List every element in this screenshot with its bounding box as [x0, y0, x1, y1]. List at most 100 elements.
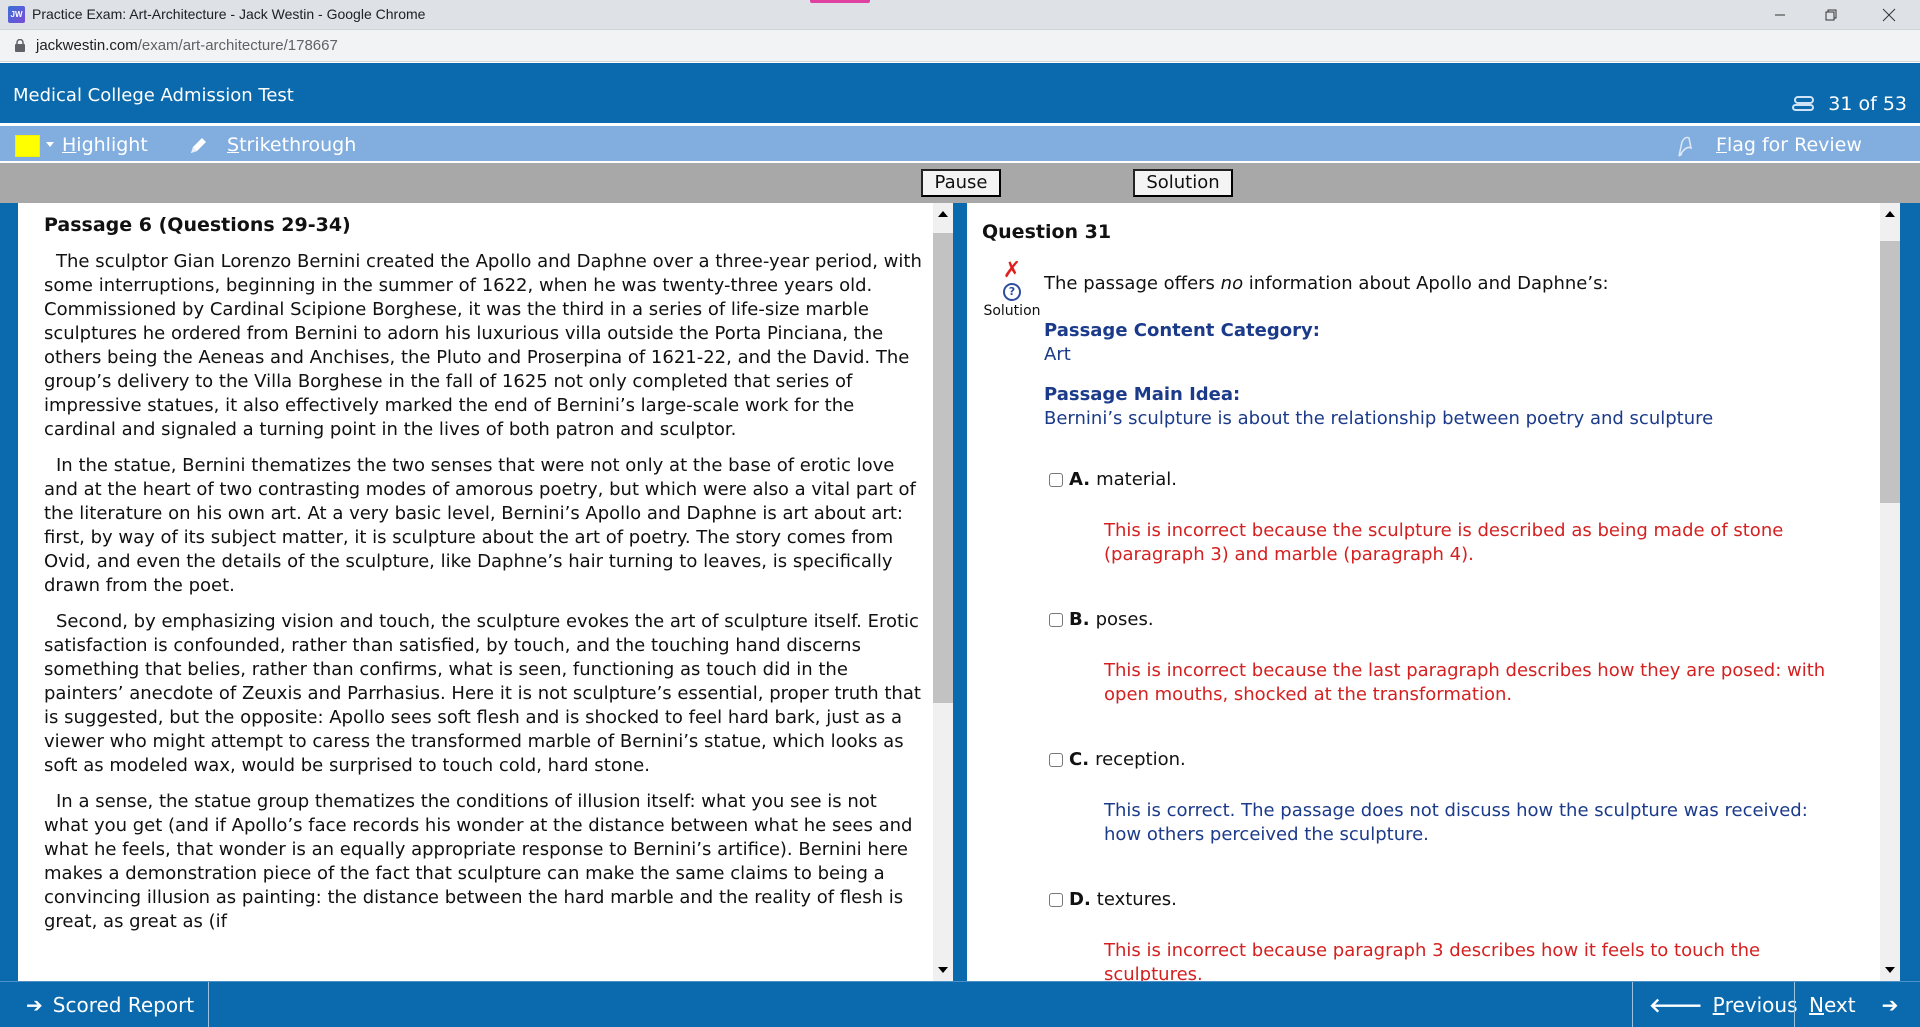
passage-scrollbar[interactable]: [933, 203, 953, 981]
answer-option-c[interactable]: C. reception.: [1049, 749, 1186, 770]
minimize-icon: [1775, 14, 1785, 15]
option-checkbox[interactable]: [1049, 472, 1063, 487]
strikethrough-label: trikethrough: [239, 134, 357, 156]
restore-icon: [1825, 9, 1837, 20]
passage-paragraph: In the statue, Bernini thematizes the tw…: [44, 455, 916, 596]
answer-option-d[interactable]: D. textures.: [1049, 889, 1177, 910]
passage-title: Passage 6 (Questions 29-34): [44, 214, 351, 236]
option-text: material.: [1096, 469, 1177, 490]
highlight-access-key: H: [62, 134, 77, 156]
lock-icon: [15, 39, 25, 52]
stem-emphasis: no: [1220, 273, 1244, 294]
minimize-button[interactable]: [1757, 0, 1803, 29]
question-counter[interactable]: 31 of 53: [1792, 93, 1907, 115]
address-bar[interactable]: jackwestin.com/exam/art-architecture/178…: [0, 29, 1920, 62]
strikethrough-button[interactable]: Strikethrough: [227, 134, 356, 156]
url-host: jackwestin.com: [36, 37, 138, 54]
answer-option-a[interactable]: A. material.: [1049, 469, 1177, 490]
next-button[interactable]: Next ➔: [1794, 982, 1920, 1027]
next-access-key: N: [1809, 993, 1824, 1017]
pencil-icon: [191, 138, 206, 153]
option-letter: D.: [1069, 889, 1091, 910]
option-checkbox[interactable]: [1049, 612, 1063, 627]
flag-for-review-button[interactable]: Flag for Review: [1716, 134, 1862, 156]
arrow-right-icon: ➔: [1881, 993, 1899, 1017]
option-text: poses.: [1095, 609, 1154, 630]
option-checkbox[interactable]: [1049, 892, 1063, 907]
highlight-button[interactable]: Highlight: [62, 134, 148, 156]
tab-accent-indicator: [810, 0, 870, 3]
highlight-color-dropdown-icon[interactable]: [46, 142, 54, 147]
main-idea: Passage Main Idea: Bernini’s sculpture i…: [1044, 383, 1713, 431]
browser-title-bar: JW Practice Exam: Art-Architecture - Jac…: [0, 0, 1920, 29]
option-explanation: This is incorrect because paragraph 3 de…: [1104, 940, 1761, 981]
solution-toggle[interactable]: ✗ ? Solution: [979, 258, 1045, 320]
app-logo-icon: JW: [8, 6, 25, 23]
option-checkbox[interactable]: [1049, 752, 1063, 767]
scroll-up-button[interactable]: [1880, 203, 1900, 225]
arrow-down-icon: [938, 967, 948, 973]
content-category-value: Art: [1044, 344, 1071, 365]
arrow-up-icon: [1885, 211, 1895, 217]
pause-button[interactable]: Pause: [921, 169, 1001, 197]
stem-text: The passage offers: [1044, 273, 1221, 294]
main-idea-value: Bernini’s sculpture is about the relatio…: [1044, 408, 1714, 429]
stem-text: information about Apollo and Daphne’s:: [1243, 273, 1609, 294]
solution-label: Solution: [983, 303, 1041, 319]
option-text: reception.: [1095, 749, 1186, 770]
question-title: Question 31: [982, 221, 1112, 243]
scrollbar-thumb[interactable]: [1880, 241, 1900, 503]
scored-report-label: Scored Report: [52, 993, 195, 1017]
scroll-down-button[interactable]: [933, 959, 953, 981]
answer-option-b[interactable]: B. poses.: [1049, 609, 1154, 630]
option-letter: A.: [1069, 469, 1091, 490]
option-letter: B.: [1069, 609, 1090, 630]
flag-access-key: F: [1716, 134, 1727, 156]
window-title: Practice Exam: Art-Architecture - Jack W…: [32, 6, 426, 22]
close-icon: [1882, 8, 1896, 21]
exam-footer: ➔ Scored Report 🡐 Previous Next ➔: [0, 981, 1920, 1027]
scroll-down-button[interactable]: [1880, 959, 1900, 981]
exam-title: Medical College Admission Test: [13, 85, 294, 106]
pane-divider[interactable]: [953, 203, 967, 981]
option-explanation: This is incorrect because the sculpture …: [1104, 520, 1784, 565]
highlight-color-swatch[interactable]: [15, 135, 40, 157]
exam-header: Medical College Admission Test 31 of 53: [0, 63, 1920, 123]
question-scrollbar[interactable]: [1880, 203, 1900, 981]
arrow-down-icon: [1885, 967, 1895, 973]
option-letter: C.: [1069, 749, 1090, 770]
arrow-up-icon: [938, 211, 948, 217]
arrow-left-icon: 🡐: [1649, 993, 1703, 1017]
passage-paragraph: In a sense, the statue group thematizes …: [44, 791, 913, 932]
passage-paragraph: Second, by emphasizing vision and touch,…: [44, 611, 921, 776]
main-area: Passage 6 (Questions 29-34) The sculptor…: [0, 203, 1920, 981]
option-explanation: This is correct. The passage does not di…: [1104, 800, 1808, 845]
previous-label: revious: [1724, 993, 1798, 1017]
previous-button[interactable]: 🡐 Previous: [1632, 982, 1798, 1027]
passage-content: Passage 6 (Questions 29-34) The sculptor…: [44, 213, 924, 946]
scrollbar-thumb[interactable]: [933, 233, 953, 703]
action-bar: Pause Solution: [0, 163, 1920, 203]
option-text: textures.: [1096, 889, 1177, 910]
highlight-label: ighlight: [76, 134, 148, 156]
passage-pane: Passage 6 (Questions 29-34) The sculptor…: [18, 203, 952, 981]
next-label: ext: [1823, 993, 1856, 1017]
solution-button[interactable]: Solution: [1133, 169, 1233, 197]
incorrect-x-icon: ✗: [1002, 258, 1022, 283]
content-category: Passage Content Category: Art: [1044, 319, 1320, 367]
option-explanation: This is incorrect because the last parag…: [1104, 660, 1826, 705]
scroll-up-button[interactable]: [933, 203, 953, 225]
question-stem: The passage offers no information about …: [1044, 273, 1609, 294]
main-idea-label: Passage Main Idea:: [1044, 384, 1241, 405]
flag-icon: [1678, 136, 1693, 157]
counter-text: 31 of 53: [1828, 93, 1907, 115]
question-pane: Question 31 ✗ ? Solution The passage off…: [967, 203, 1880, 981]
arrow-right-icon: ➔: [26, 993, 43, 1017]
strikethrough-access-key: S: [227, 134, 240, 156]
close-window-button[interactable]: [1866, 0, 1912, 29]
scored-report-button[interactable]: ➔ Scored Report: [26, 982, 210, 1027]
passage-paragraph: The sculptor Gian Lorenzo Bernini create…: [44, 251, 922, 440]
url-text[interactable]: jackwestin.com/exam/art-architecture/178…: [36, 37, 338, 54]
previous-access-key: P: [1712, 993, 1725, 1017]
restore-button[interactable]: [1808, 0, 1854, 29]
